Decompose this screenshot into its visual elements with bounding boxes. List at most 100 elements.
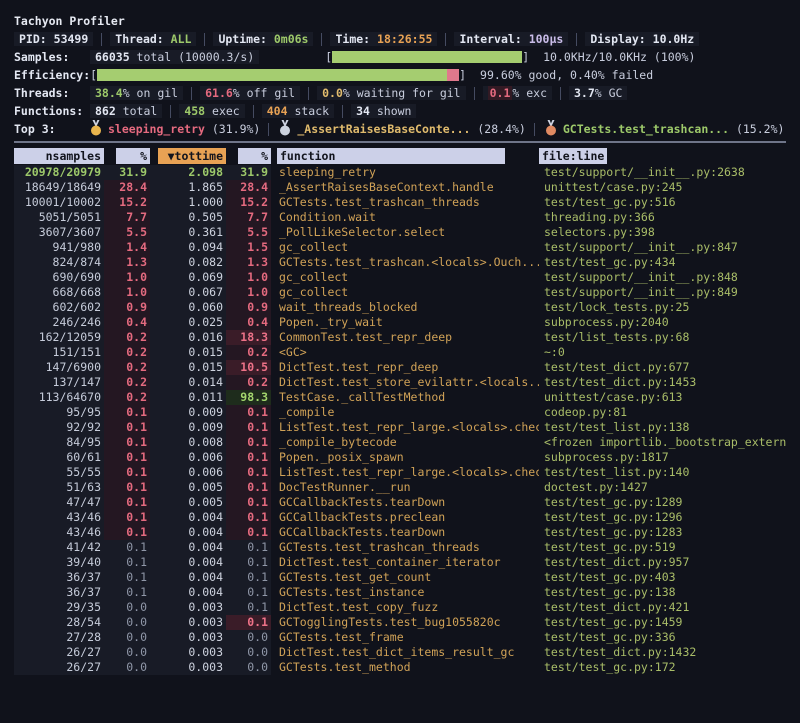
table-row[interactable]: 246/2460.40.0250.4Popen._try_waitsubproc… xyxy=(14,315,786,330)
tottime: 0.067 xyxy=(150,285,226,300)
pct-cumulative: 0.1 xyxy=(226,600,271,615)
pct-direct: 0.0 xyxy=(104,600,150,615)
table-row[interactable]: 824/8741.30.0821.3GCTests.test_trashcan.… xyxy=(14,255,786,270)
table-row[interactable]: 39/400.10.0040.1DictTest.test_container_… xyxy=(14,555,786,570)
table-row[interactable]: 26/270.00.0030.0DictTest.test_dict_items… xyxy=(14,645,786,660)
table-row[interactable]: 113/646700.20.01198.3TestCase._callTestM… xyxy=(14,390,786,405)
threads-waiting-gil: 0.0% waiting for gil xyxy=(317,86,465,100)
table-row[interactable]: 36/370.10.0040.1GCTests.test_get_countte… xyxy=(14,570,786,585)
column-header-pct-direct[interactable]: % xyxy=(116,148,150,164)
function-name: GCTests.test_trashcan_threads xyxy=(271,540,539,555)
table-row[interactable]: 84/950.10.0080.1_compile_bytecode<frozen… xyxy=(14,435,786,450)
divider xyxy=(253,105,254,118)
pct-cumulative: 0.1 xyxy=(226,465,271,480)
table-row[interactable]: 92/920.10.0090.1ListTest.test_repr_large… xyxy=(14,420,786,435)
file-line: test/test_gc.py:138 xyxy=(539,585,786,600)
table-row[interactable]: 137/1470.20.0140.2DictTest.test_store_ev… xyxy=(14,375,786,390)
divider xyxy=(342,105,343,118)
top3-item-1-pct: (31.9%) xyxy=(212,122,260,136)
divider xyxy=(191,87,192,100)
pct-direct: 0.1 xyxy=(104,510,150,525)
table-row[interactable]: 55/550.10.0060.1ListTest.test_repr_large… xyxy=(14,465,786,480)
tottime: 0.009 xyxy=(150,405,226,420)
column-header-function[interactable]: function xyxy=(277,148,505,164)
table-row[interactable]: 668/6681.00.0671.0gc_collecttest/support… xyxy=(14,285,786,300)
table-row[interactable]: 47/470.10.0050.1GCCallbackTests.tearDown… xyxy=(14,495,786,510)
file-line: test/test_gc.py:1283 xyxy=(539,525,786,540)
nsamples: 95/95 xyxy=(14,405,104,420)
column-header-pct-cumulative[interactable]: % xyxy=(238,148,271,164)
table-row[interactable]: 18649/1864928.41.86528.4_AssertRaisesBas… xyxy=(14,180,786,195)
table-row[interactable]: 10001/1000215.21.00015.2GCTests.test_tra… xyxy=(14,195,786,210)
table-row[interactable]: 60/610.10.0060.1Popen._posix_spawnsubpro… xyxy=(14,450,786,465)
pct-cumulative: 0.1 xyxy=(226,510,271,525)
table-row[interactable]: 51/630.10.0050.1DocTestRunner.__rundocte… xyxy=(14,480,786,495)
file-line: test/test_dict.py:421 xyxy=(539,600,786,615)
table-row[interactable]: 20978/2097931.92.09831.9sleeping_retryte… xyxy=(14,165,786,180)
table-row[interactable]: 151/1510.20.0150.2<GC>~:0 xyxy=(14,345,786,360)
nsamples: 55/55 xyxy=(14,465,104,480)
file-line: test/test_dict.py:677 xyxy=(539,360,786,375)
profiler-screen: Tachyon Profiler PID: 53499 Thread: ALL … xyxy=(0,0,800,723)
nsamples: 26/27 xyxy=(14,645,104,660)
functions-shown: 34 shown xyxy=(351,104,416,118)
pct-direct: 0.1 xyxy=(104,570,150,585)
tottime: 0.015 xyxy=(150,360,226,375)
nsamples: 941/980 xyxy=(14,240,104,255)
table-body: 20978/2097931.92.09831.9sleeping_retryte… xyxy=(14,165,786,675)
tottime: 0.003 xyxy=(150,645,226,660)
file-line: test/test_gc.py:403 xyxy=(539,570,786,585)
pct-direct: 1.0 xyxy=(104,270,150,285)
threads-gc: 3.7% GC xyxy=(569,86,627,100)
table-row[interactable]: 43/460.10.0040.1GCCallbackTests.preclean… xyxy=(14,510,786,525)
pct-direct: 0.0 xyxy=(104,615,150,630)
file-line: test/test_gc.py:519 xyxy=(539,540,786,555)
table-row[interactable]: 3607/36075.50.3615.5_PollLikeSelector.se… xyxy=(14,225,786,240)
table-row[interactable]: 162/120590.20.01618.3CommonTest.test_rep… xyxy=(14,330,786,345)
table-row[interactable]: 28/540.00.0030.1GCTogglingTests.test_bug… xyxy=(14,615,786,630)
nsamples: 668/668 xyxy=(14,285,104,300)
top3-item-1[interactable]: sleeping_retry xyxy=(108,122,205,136)
file-line: test/test_gc.py:516 xyxy=(539,195,786,210)
function-name: TestCase._callTestMethod xyxy=(271,390,539,405)
table-row[interactable]: 147/69000.20.01510.5DictTest.test_repr_d… xyxy=(14,360,786,375)
table-row[interactable]: 43/460.10.0040.1GCCallbackTests.tearDown… xyxy=(14,525,786,540)
table-row[interactable]: 941/9801.40.0941.5gc_collecttest/support… xyxy=(14,240,786,255)
file-line: test/test_gc.py:336 xyxy=(539,630,786,645)
table-row[interactable]: 36/370.10.0040.1GCTests.test_instancetes… xyxy=(14,585,786,600)
table-row[interactable]: 41/420.10.0040.1GCTests.test_trashcan_th… xyxy=(14,540,786,555)
nsamples: 41/42 xyxy=(14,540,104,555)
column-header-tottime-sorted[interactable]: ▼tottime xyxy=(158,148,226,164)
table-row[interactable]: 26/270.00.0030.0GCTests.test_methodtest/… xyxy=(14,660,786,675)
thread-field[interactable]: Thread: ALL xyxy=(110,32,196,46)
pct-cumulative: 0.1 xyxy=(226,555,271,570)
pct-cumulative: 0.1 xyxy=(226,420,271,435)
time-value: 18:26:55 xyxy=(377,32,432,46)
divider xyxy=(101,33,102,46)
pct-direct: 7.7 xyxy=(104,210,150,225)
samples-rate-bar xyxy=(325,50,529,64)
nsamples: 29/35 xyxy=(14,600,104,615)
pct-direct: 0.1 xyxy=(104,420,150,435)
nsamples: 43/46 xyxy=(14,510,104,525)
top3-item-2[interactable]: _AssertRaisesBaseConte... xyxy=(297,122,470,136)
file-line: codeop.py:81 xyxy=(539,405,786,420)
nsamples: 162/12059 xyxy=(14,330,104,345)
table-row[interactable]: 27/280.00.0030.0GCTests.test_frametest/t… xyxy=(14,630,786,645)
table-row[interactable]: 29/350.00.0030.1DictTest.test_copy_fuzzt… xyxy=(14,600,786,615)
pct-cumulative: 0.1 xyxy=(226,525,271,540)
top3-item-3[interactable]: GCTests.test_trashcan... xyxy=(563,122,729,136)
column-header-file-line[interactable]: file:line xyxy=(539,148,607,164)
nsamples: 151/151 xyxy=(14,345,104,360)
tottime: 0.005 xyxy=(150,480,226,495)
function-name: DictTest.test_store_evilattr.<locals... xyxy=(271,375,539,390)
table-row[interactable]: 5051/50517.70.5057.7Condition.waitthread… xyxy=(14,210,786,225)
table-row[interactable]: 690/6901.00.0691.0gc_collecttest/support… xyxy=(14,270,786,285)
functions-exec: 458 exec xyxy=(179,104,244,118)
column-header-nsamples[interactable]: nsamples xyxy=(14,148,104,164)
table-row[interactable]: 602/6020.90.0600.9wait_threads_blockedte… xyxy=(14,300,786,315)
pct-direct: 15.2 xyxy=(104,195,150,210)
tottime: 0.008 xyxy=(150,435,226,450)
nsamples: 51/63 xyxy=(14,480,104,495)
table-row[interactable]: 95/950.10.0090.1_compilecodeop.py:81 xyxy=(14,405,786,420)
